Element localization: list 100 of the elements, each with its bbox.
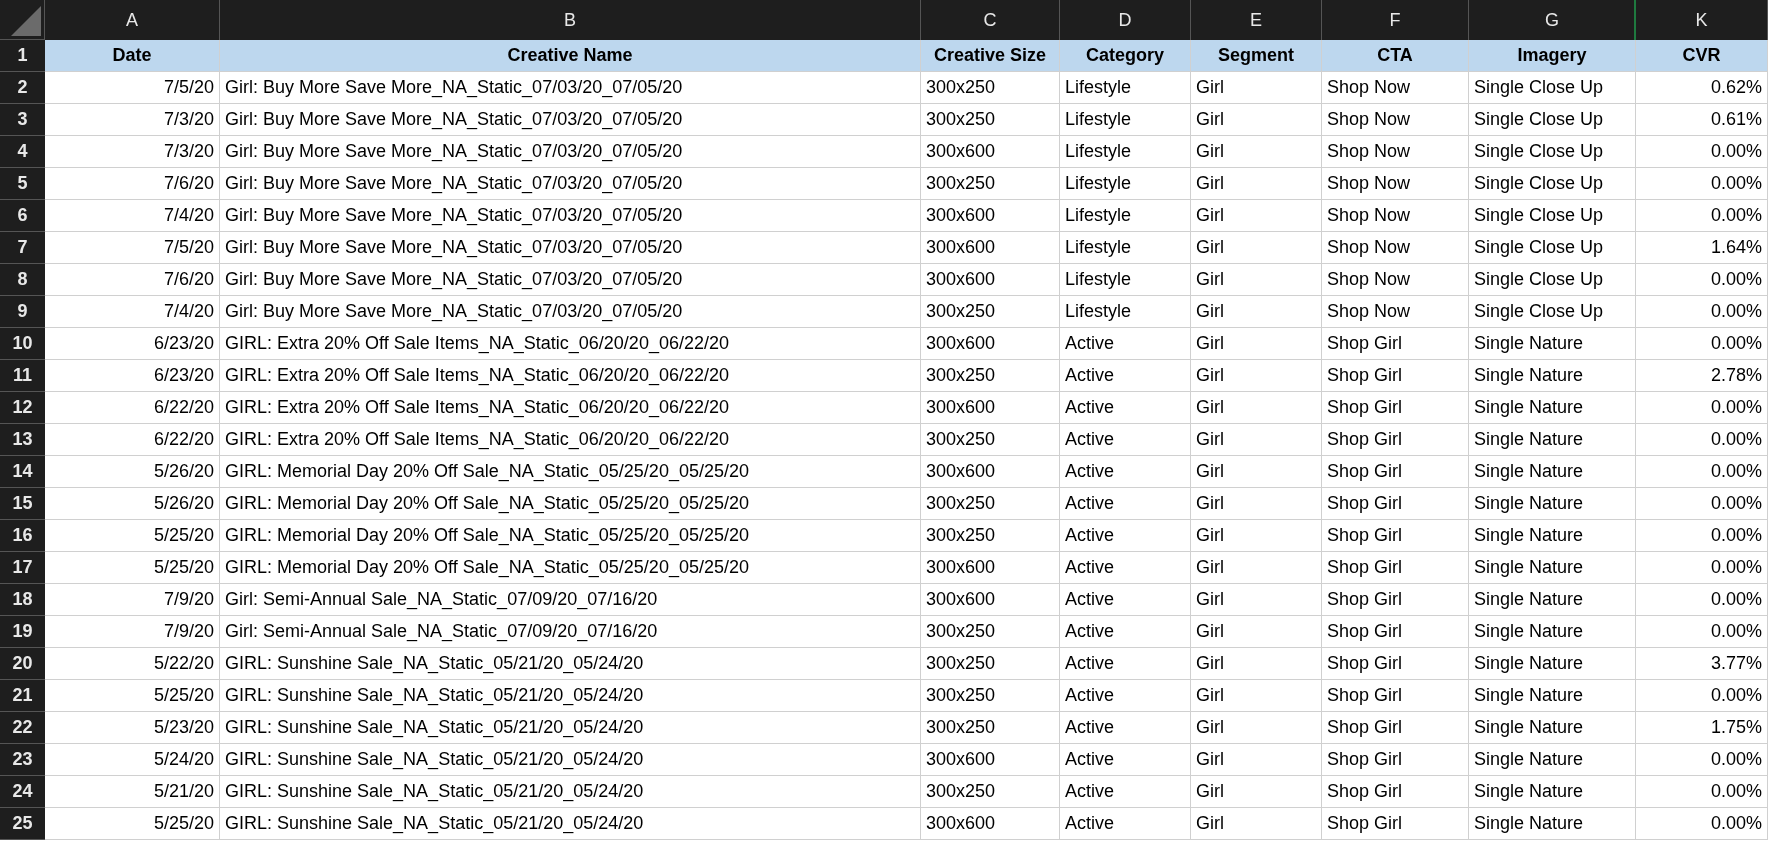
row-header[interactable]: 4 <box>0 136 45 168</box>
table-cell: Girl <box>1191 104 1322 136</box>
table-cell: GIRL: Sunshine Sale_NA_Static_05/21/20_05/24/20 <box>220 744 921 776</box>
table-cell: 0.00% <box>1636 328 1768 360</box>
table-cell: Girl: Buy More Save More_NA_Static_07/03/20_07/05/20 <box>220 296 921 328</box>
table-cell: Single Nature <box>1469 776 1636 808</box>
table-cell: 3.77% <box>1636 648 1768 680</box>
row-header[interactable]: 11 <box>0 360 45 392</box>
table-cell: Lifestyle <box>1060 136 1191 168</box>
table-cell: 5/24/20 <box>45 744 220 776</box>
table-cell: 7/9/20 <box>45 616 220 648</box>
column-title: CTA <box>1322 40 1469 72</box>
row-header[interactable]: 18 <box>0 584 45 616</box>
table-cell: Girl <box>1191 232 1322 264</box>
row-header[interactable]: 19 <box>0 616 45 648</box>
column-header[interactable]: K <box>1636 0 1768 40</box>
row-header[interactable]: 23 <box>0 744 45 776</box>
table-cell: 300x250 <box>921 72 1060 104</box>
column-header[interactable]: F <box>1322 0 1469 40</box>
select-all-icon[interactable] <box>11 6 41 36</box>
row-header[interactable]: 2 <box>0 72 45 104</box>
table-cell: Girl <box>1191 680 1322 712</box>
row-header[interactable]: 7 <box>0 232 45 264</box>
table-cell: Active <box>1060 456 1191 488</box>
table-cell: 300x250 <box>921 648 1060 680</box>
table-cell: Lifestyle <box>1060 264 1191 296</box>
row-header[interactable]: 25 <box>0 808 45 840</box>
table-cell: 0.00% <box>1636 520 1768 552</box>
table-cell: Girl <box>1191 136 1322 168</box>
row-header[interactable]: 15 <box>0 488 45 520</box>
row-header[interactable]: 24 <box>0 776 45 808</box>
row-header[interactable]: 17 <box>0 552 45 584</box>
row-header[interactable]: 10 <box>0 328 45 360</box>
table-cell: Girl <box>1191 200 1322 232</box>
table-cell: 0.00% <box>1636 744 1768 776</box>
table-cell: 5/26/20 <box>45 488 220 520</box>
table-cell: Single Close Up <box>1469 104 1636 136</box>
table-cell: Lifestyle <box>1060 296 1191 328</box>
table-cell: 0.00% <box>1636 680 1768 712</box>
table-cell: Shop Now <box>1322 232 1469 264</box>
column-header[interactable]: G <box>1469 0 1636 40</box>
row-header[interactable]: 20 <box>0 648 45 680</box>
row-header[interactable]: 22 <box>0 712 45 744</box>
table-cell: Single Close Up <box>1469 72 1636 104</box>
table-cell: Single Close Up <box>1469 264 1636 296</box>
table-cell: 0.00% <box>1636 392 1768 424</box>
column-header[interactable]: E <box>1191 0 1322 40</box>
table-cell: 0.00% <box>1636 488 1768 520</box>
table-cell: Active <box>1060 712 1191 744</box>
column-header[interactable]: C <box>921 0 1060 40</box>
table-cell: Girl <box>1191 392 1322 424</box>
row-header[interactable]: 12 <box>0 392 45 424</box>
table-cell: Single Nature <box>1469 488 1636 520</box>
table-cell: Girl <box>1191 520 1322 552</box>
row-header[interactable]: 16 <box>0 520 45 552</box>
table-cell: Girl <box>1191 360 1322 392</box>
column-title: Segment <box>1191 40 1322 72</box>
table-cell: Girl <box>1191 808 1322 840</box>
table-cell: 300x600 <box>921 744 1060 776</box>
row-header[interactable]: 3 <box>0 104 45 136</box>
table-cell: Shop Girl <box>1322 424 1469 456</box>
table-cell: 6/22/20 <box>45 392 220 424</box>
row-header[interactable]: 21 <box>0 680 45 712</box>
table-cell: 5/25/20 <box>45 680 220 712</box>
table-cell: 5/26/20 <box>45 456 220 488</box>
row-header[interactable]: 1 <box>0 40 45 72</box>
row-header[interactable]: 5 <box>0 168 45 200</box>
table-cell: 0.00% <box>1636 200 1768 232</box>
column-header[interactable]: D <box>1060 0 1191 40</box>
table-cell: Single Nature <box>1469 328 1636 360</box>
column-header[interactable]: B <box>220 0 921 40</box>
table-cell: GIRL: Extra 20% Off Sale Items_NA_Static_06/20/20_06/22/20 <box>220 392 921 424</box>
table-cell: 5/25/20 <box>45 808 220 840</box>
row-header[interactable]: 13 <box>0 424 45 456</box>
table-cell: 7/5/20 <box>45 232 220 264</box>
table-cell: 300x600 <box>921 200 1060 232</box>
table-cell: Active <box>1060 552 1191 584</box>
row-header[interactable]: 14 <box>0 456 45 488</box>
table-cell: Girl: Semi-Annual Sale_NA_Static_07/09/20_07/16/20 <box>220 616 921 648</box>
row-header[interactable]: 9 <box>0 296 45 328</box>
table-cell: 6/23/20 <box>45 360 220 392</box>
table-cell: Single Nature <box>1469 392 1636 424</box>
table-cell: 7/4/20 <box>45 296 220 328</box>
table-cell: Girl <box>1191 424 1322 456</box>
row-header[interactable]: 6 <box>0 200 45 232</box>
table-cell: GIRL: Sunshine Sale_NA_Static_05/21/20_05/24/20 <box>220 712 921 744</box>
table-cell: 0.00% <box>1636 168 1768 200</box>
table-cell: Shop Girl <box>1322 648 1469 680</box>
table-cell: Girl: Buy More Save More_NA_Static_07/03/20_07/05/20 <box>220 264 921 296</box>
table-cell: Shop Girl <box>1322 360 1469 392</box>
table-cell: Shop Now <box>1322 200 1469 232</box>
table-cell: Shop Girl <box>1322 680 1469 712</box>
table-cell: GIRL: Memorial Day 20% Off Sale_NA_Static_05/25/20_05/25/20 <box>220 520 921 552</box>
table-cell: Active <box>1060 488 1191 520</box>
row-header[interactable]: 8 <box>0 264 45 296</box>
table-cell: Girl: Buy More Save More_NA_Static_07/03/20_07/05/20 <box>220 72 921 104</box>
column-header[interactable]: A <box>45 0 220 40</box>
table-cell: 0.62% <box>1636 72 1768 104</box>
table-cell: 300x600 <box>921 392 1060 424</box>
table-cell: Girl <box>1191 712 1322 744</box>
